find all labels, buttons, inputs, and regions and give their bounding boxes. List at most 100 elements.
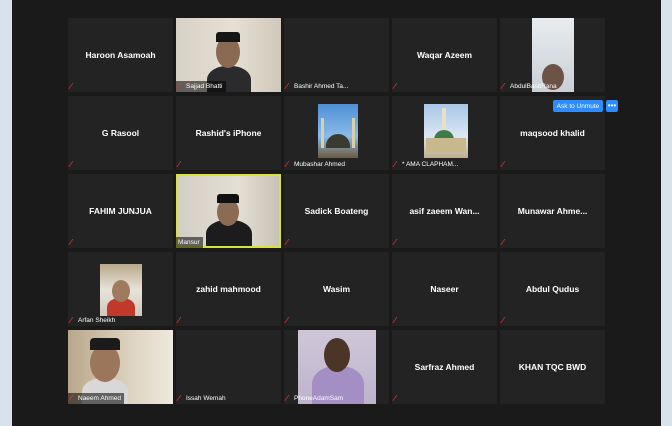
- muted-mic-icon: ⁄: [286, 159, 288, 169]
- participant-tile[interactable]: Haroon Asamoah ⁄: [68, 18, 173, 92]
- participant-label: ⁄ Mubashar Ahmed: [284, 159, 348, 170]
- participant-name: Bashir Ahmed Ta...: [294, 83, 349, 90]
- participant-label: ⁄: [176, 315, 187, 326]
- participant-label: ⁄: [392, 237, 403, 248]
- muted-mic-icon: ⁄: [178, 81, 180, 91]
- participant-tile[interactable]: ⁄ AbdulBasitRana: [500, 18, 605, 92]
- participant-label: ⁄: [68, 81, 79, 92]
- muted-mic-icon: ⁄: [286, 315, 288, 325]
- participant-label: ⁄: [284, 237, 295, 248]
- participant-tile[interactable]: Naseer ⁄: [392, 252, 497, 326]
- participant-video: [178, 176, 279, 246]
- participant-label: ⁄: [68, 159, 79, 170]
- participant-tile[interactable]: Rashid's iPhone ⁄: [176, 96, 281, 170]
- participant-name: Naeem Ahmed: [78, 395, 121, 402]
- muted-mic-icon: ⁄: [70, 81, 72, 91]
- participant-label: ⁄: [284, 315, 295, 326]
- participant-name: G Rasool: [101, 128, 140, 138]
- participant-label: ⁄ Issah Wemah: [176, 393, 229, 404]
- muted-mic-icon: ⁄: [394, 315, 396, 325]
- muted-mic-icon: ⁄: [70, 315, 72, 325]
- participant-label: ⁄: [500, 159, 511, 170]
- participant-name: Sadick Boateng: [304, 206, 369, 216]
- participant-name: Abdul Qudus: [525, 284, 580, 294]
- muted-mic-icon: ⁄: [502, 159, 504, 169]
- muted-mic-icon: ⁄: [286, 393, 288, 403]
- mosque-image: [424, 104, 468, 158]
- muted-mic-icon: ⁄: [70, 393, 72, 403]
- participant-name: PhoneAdamSam: [294, 395, 344, 402]
- participant-tile[interactable]: ⁄ Mubashar Ahmed: [284, 96, 389, 170]
- participant-name: Arfan Sheikh: [78, 317, 116, 324]
- participant-name: Wasim: [322, 284, 351, 294]
- muted-mic-icon: ⁄: [178, 393, 180, 403]
- muted-mic-icon: ⁄: [502, 237, 504, 247]
- more-options-button[interactable]: •••: [606, 100, 618, 112]
- participant-tile[interactable]: Sadick Boateng ⁄: [284, 174, 389, 248]
- participant-label: ⁄ * AMA CLAPHAM...: [392, 159, 461, 170]
- participant-label: ⁄ Arfan Sheikh: [68, 315, 118, 326]
- participant-tile[interactable]: Abdul Qudus ⁄: [500, 252, 605, 326]
- muted-mic-icon: ⁄: [394, 237, 396, 247]
- participant-name: AbdulBasitRana: [510, 83, 557, 90]
- participant-label: ⁄: [500, 315, 511, 326]
- muted-mic-icon: ⁄: [394, 159, 396, 169]
- muted-mic-icon: ⁄: [70, 159, 72, 169]
- participant-tile[interactable]: ⁄ Sajjad Bhatti: [176, 18, 281, 92]
- participant-tile[interactable]: ⁄ Issah Wemah: [176, 330, 281, 404]
- participant-label: Mansur: [176, 237, 203, 248]
- participant-name: Mansur: [178, 239, 200, 246]
- participant-name: Sarfraz Ahmed: [414, 362, 475, 372]
- participant-label: ⁄: [500, 237, 511, 248]
- participant-tile[interactable]: Waqar Azeem ⁄: [392, 18, 497, 92]
- participant-tile[interactable]: ⁄ * AMA CLAPHAM...: [392, 96, 497, 170]
- participant-name: Issah Wemah: [186, 395, 226, 402]
- participant-label: ⁄ Naeem Ahmed: [68, 393, 124, 404]
- participant-name: Rashid's iPhone: [195, 128, 262, 138]
- participant-name: asif zaeem Wan...: [409, 206, 480, 216]
- muted-mic-icon: ⁄: [286, 81, 288, 91]
- participant-tile[interactable]: KHAN TQC BWD: [500, 330, 605, 404]
- muted-mic-icon: ⁄: [70, 237, 72, 247]
- participant-label: ⁄: [392, 81, 403, 92]
- gallery-view: Haroon Asamoah ⁄ ⁄ Sajjad Bhatti ⁄ Bashi…: [12, 0, 661, 426]
- participant-video: [100, 264, 142, 316]
- muted-mic-icon: ⁄: [178, 315, 180, 325]
- participant-name: maqsood khalid: [520, 128, 585, 138]
- muted-mic-icon: ⁄: [502, 315, 504, 325]
- participant-label: ⁄ Sajjad Bhatti: [176, 81, 226, 92]
- participant-tile[interactable]: ⁄ Naeem Ahmed: [68, 330, 173, 404]
- participant-tile[interactable]: ⁄ Bashir Ahmed Ta...: [284, 18, 389, 92]
- participant-tile[interactable]: Munawar Ahme... ⁄: [500, 174, 605, 248]
- muted-mic-icon: ⁄: [286, 237, 288, 247]
- participant-name: zahid mahmood: [196, 284, 261, 294]
- participant-label: ⁄: [392, 393, 403, 404]
- participant-tile[interactable]: asif zaeem Wan... ⁄: [392, 174, 497, 248]
- participant-tile[interactable]: G Rasool ⁄: [68, 96, 173, 170]
- participant-tile[interactable]: ⁄ PhoneAdamSam: [284, 330, 389, 404]
- participant-tile[interactable]: FAHIM JUNJUA ⁄: [68, 174, 173, 248]
- participant-label: ⁄ AbdulBasitRana: [500, 81, 560, 92]
- participant-name: Waqar Azeem: [416, 50, 473, 60]
- participant-tile-active-speaker[interactable]: Mansur: [176, 174, 281, 248]
- participant-tile[interactable]: zahid mahmood ⁄: [176, 252, 281, 326]
- muted-mic-icon: ⁄: [394, 393, 396, 403]
- mosque-image: [318, 104, 358, 158]
- muted-mic-icon: ⁄: [178, 159, 180, 169]
- participant-label: ⁄: [392, 315, 403, 326]
- participant-label: ⁄ PhoneAdamSam: [284, 393, 346, 404]
- participant-tile[interactable]: Wasim ⁄: [284, 252, 389, 326]
- participant-label: ⁄: [176, 159, 187, 170]
- participant-name: Mubashar Ahmed: [294, 161, 345, 168]
- participant-name: Naseer: [430, 284, 459, 294]
- ask-to-unmute-button[interactable]: Ask to Unmute: [553, 100, 603, 112]
- participant-label: ⁄: [68, 237, 79, 248]
- muted-mic-icon: ⁄: [502, 81, 504, 91]
- muted-mic-icon: ⁄: [394, 81, 396, 91]
- participant-name: Munawar Ahme...: [517, 206, 588, 216]
- participant-tile[interactable]: Sarfraz Ahmed ⁄: [392, 330, 497, 404]
- participant-name: KHAN TQC BWD: [518, 362, 587, 372]
- participant-name: Haroon Asamoah: [85, 50, 156, 60]
- participant-tile[interactable]: ⁄ Arfan Sheikh: [68, 252, 173, 326]
- participant-name: Sajjad Bhatti: [186, 83, 223, 90]
